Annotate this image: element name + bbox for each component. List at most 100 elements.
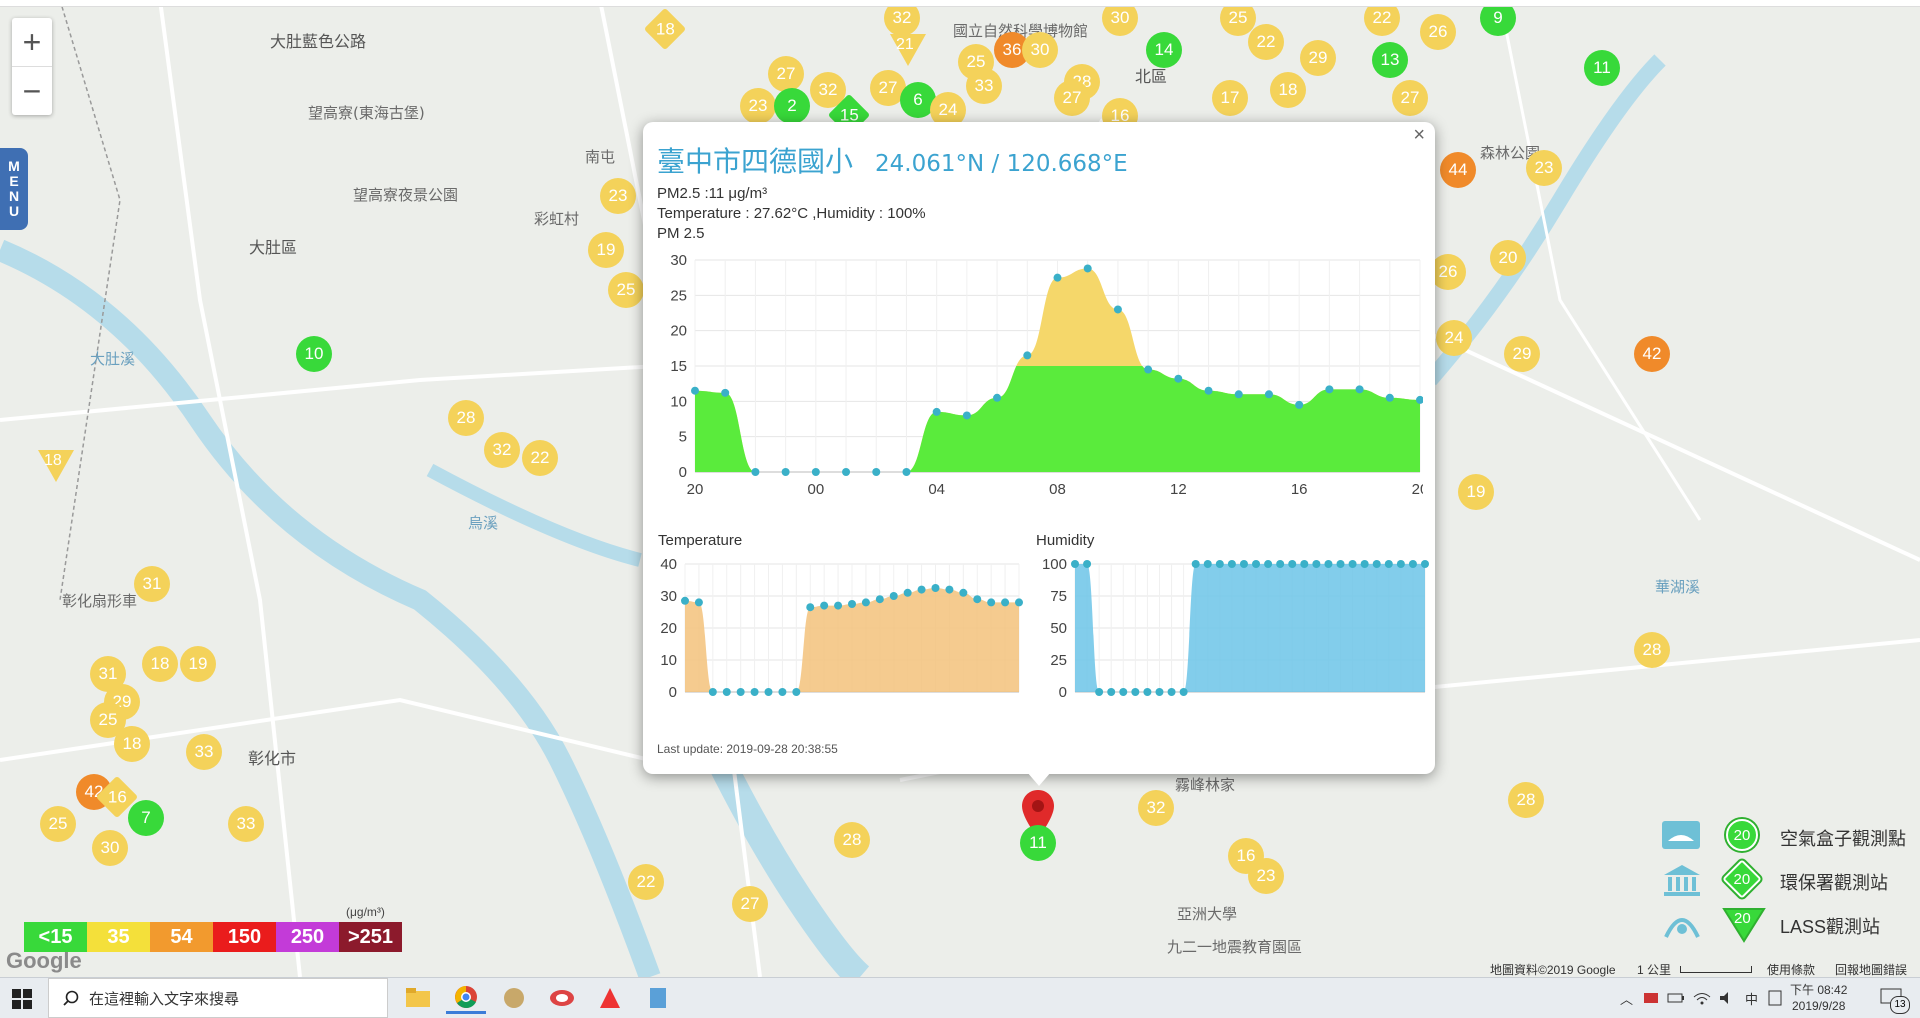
station-marker[interactable]: 23 bbox=[740, 88, 776, 124]
station-marker[interactable]: 18 bbox=[36, 448, 76, 484]
station-marker[interactable]: 28 bbox=[1634, 632, 1670, 668]
station-marker[interactable]: 22 bbox=[522, 440, 558, 476]
zoom-out-button[interactable]: − bbox=[12, 66, 52, 115]
station-marker[interactable]: 30 bbox=[92, 830, 128, 866]
clipboard-icon[interactable] bbox=[1768, 990, 1782, 1006]
station-marker[interactable]: 31 bbox=[134, 566, 170, 602]
station-marker[interactable]: 11 bbox=[1584, 50, 1620, 86]
chevron-up-icon[interactable]: ︿ bbox=[1620, 989, 1633, 1008]
station-marker[interactable]: 13 bbox=[1372, 42, 1408, 78]
station-marker[interactable]: 23 bbox=[600, 178, 636, 214]
menu-letter: U bbox=[8, 203, 20, 219]
security-icon[interactable] bbox=[1643, 991, 1659, 1005]
file-explorer-icon[interactable] bbox=[398, 982, 438, 1014]
data-point bbox=[1204, 386, 1213, 395]
data-point bbox=[1001, 598, 1010, 607]
x-tick-label: 04 bbox=[928, 481, 945, 498]
station-marker[interactable]: 10 bbox=[296, 336, 332, 372]
station-marker[interactable]: 29 bbox=[1504, 336, 1540, 372]
map-label: 大肚溪 bbox=[90, 350, 136, 368]
station-marker[interactable]: 30 bbox=[1022, 32, 1058, 68]
close-icon[interactable]: × bbox=[1413, 124, 1425, 147]
station-info: PM2.5 :11 μg/m³ Temperature : 27.62°C ,H… bbox=[657, 184, 926, 244]
data-point bbox=[1113, 305, 1122, 314]
volume-icon[interactable] bbox=[1719, 991, 1737, 1005]
data-point bbox=[1191, 560, 1200, 568]
station-marker[interactable]: 28 bbox=[834, 822, 870, 858]
station-marker[interactable]: 18 bbox=[1270, 72, 1306, 108]
station-marker[interactable]: 2 bbox=[774, 88, 810, 124]
map-label: 望高寮夜景公園 bbox=[353, 186, 459, 204]
y-tick-label: 20 bbox=[670, 323, 687, 340]
epa-building-icon bbox=[1664, 865, 1700, 896]
station-marker[interactable]: 44 bbox=[1440, 152, 1476, 188]
station-marker[interactable]: 19 bbox=[1458, 474, 1494, 510]
station-marker[interactable]: 27 bbox=[1054, 80, 1090, 116]
taskbar: 在這裡輸入文字來搜尋 ︿ 中 下午 08:42 2019/9/28 13 bbox=[0, 977, 1920, 1018]
chrome-icon[interactable] bbox=[446, 982, 486, 1014]
station-marker[interactable]: 27 bbox=[768, 56, 804, 92]
ime-indicator[interactable]: 中 bbox=[1745, 989, 1758, 1008]
legend-airbox-label: 空氣盒子觀測點 bbox=[1780, 829, 1906, 849]
station-marker[interactable]: 27 bbox=[1392, 80, 1428, 116]
station-marker[interactable]: 28 bbox=[1508, 782, 1544, 818]
map-label: 華湖溪 bbox=[1655, 578, 1701, 596]
zoom-in-button[interactable]: + bbox=[12, 18, 52, 66]
station-marker[interactable]: 42 bbox=[1634, 336, 1670, 372]
station-marker[interactable]: 22 bbox=[1248, 24, 1284, 60]
station-marker[interactable]: 28 bbox=[448, 400, 484, 436]
report-error-link[interactable]: 回報地圖錯誤 bbox=[1835, 961, 1907, 977]
menu-tab[interactable]: M E N U bbox=[0, 148, 28, 230]
legend-airbox-row: 20 空氣盒子觀測點 bbox=[1650, 815, 1920, 859]
station-marker[interactable]: 33 bbox=[966, 68, 1002, 104]
clock[interactable]: 下午 08:42 2019/9/28 bbox=[1790, 982, 1847, 1014]
map-canvas[interactable]: 大肚藍色公路 望高寮(東海古堡) 望高寮夜景公園 大肚區 彰化市 彰化扇形車 北… bbox=[0, 0, 1920, 977]
legend-item: 250 bbox=[276, 922, 339, 952]
windows-start-icon[interactable] bbox=[12, 989, 32, 1009]
station-marker[interactable]: 23 bbox=[1526, 150, 1562, 186]
taskbar-search[interactable]: 在這裡輸入文字來搜尋 bbox=[48, 978, 388, 1018]
app-icon[interactable] bbox=[494, 982, 534, 1014]
data-point bbox=[1312, 560, 1321, 568]
station-marker[interactable]: 26 bbox=[1430, 254, 1466, 290]
legend-epa-label: 環保署觀測站 bbox=[1780, 873, 1888, 893]
station-marker[interactable]: 19 bbox=[588, 232, 624, 268]
station-marker[interactable]: 18 bbox=[142, 646, 178, 682]
station-marker[interactable]: 25 bbox=[40, 806, 76, 842]
app-icon[interactable] bbox=[638, 982, 678, 1014]
station-marker[interactable]: 19 bbox=[180, 646, 216, 682]
station-marker[interactable]: 20 bbox=[1490, 240, 1526, 276]
terms-link[interactable]: 使用條款 bbox=[1767, 961, 1815, 977]
station-marker[interactable]: 18 bbox=[114, 726, 150, 762]
humidity-chart-label: Humidity bbox=[1036, 532, 1095, 549]
data-point bbox=[1203, 560, 1212, 568]
station-marker[interactable]: 25 bbox=[608, 272, 644, 308]
station-marker[interactable]: 14 bbox=[1146, 32, 1182, 68]
station-marker[interactable]: 29 bbox=[1300, 40, 1336, 76]
map-label: 霧峰林家 bbox=[1175, 776, 1236, 794]
data-point bbox=[1143, 688, 1152, 696]
app-icon[interactable] bbox=[590, 982, 630, 1014]
battery-icon[interactable] bbox=[1667, 991, 1685, 1005]
station-marker[interactable]: 23 bbox=[1248, 858, 1284, 894]
y-tick-label: 0 bbox=[679, 464, 687, 481]
station-marker[interactable]: 24 bbox=[1436, 320, 1472, 356]
station-marker[interactable]: 32 bbox=[1138, 790, 1174, 826]
browser-edge bbox=[0, 0, 1920, 7]
app-icon[interactable] bbox=[542, 982, 582, 1014]
data-point bbox=[1015, 598, 1023, 607]
station-marker[interactable]: 33 bbox=[186, 734, 222, 770]
station-marker[interactable]: 7 bbox=[128, 800, 164, 836]
station-marker[interactable]: 32 bbox=[484, 432, 520, 468]
station-marker[interactable]: 33 bbox=[228, 806, 264, 842]
station-coords: 24.061°N / 120.668°E bbox=[875, 151, 1128, 177]
y-tick-label: 5 bbox=[679, 429, 687, 446]
station-marker[interactable]: 17 bbox=[1212, 80, 1248, 116]
y-tick-label: 30 bbox=[670, 252, 687, 269]
wifi-icon[interactable] bbox=[1693, 991, 1711, 1005]
station-marker[interactable]: 22 bbox=[628, 864, 664, 900]
station-marker-selected[interactable]: 11 bbox=[1020, 825, 1056, 861]
station-marker[interactable]: 21 bbox=[888, 32, 928, 68]
station-marker[interactable]: 26 bbox=[1420, 14, 1456, 50]
station-marker[interactable]: 27 bbox=[732, 886, 768, 922]
